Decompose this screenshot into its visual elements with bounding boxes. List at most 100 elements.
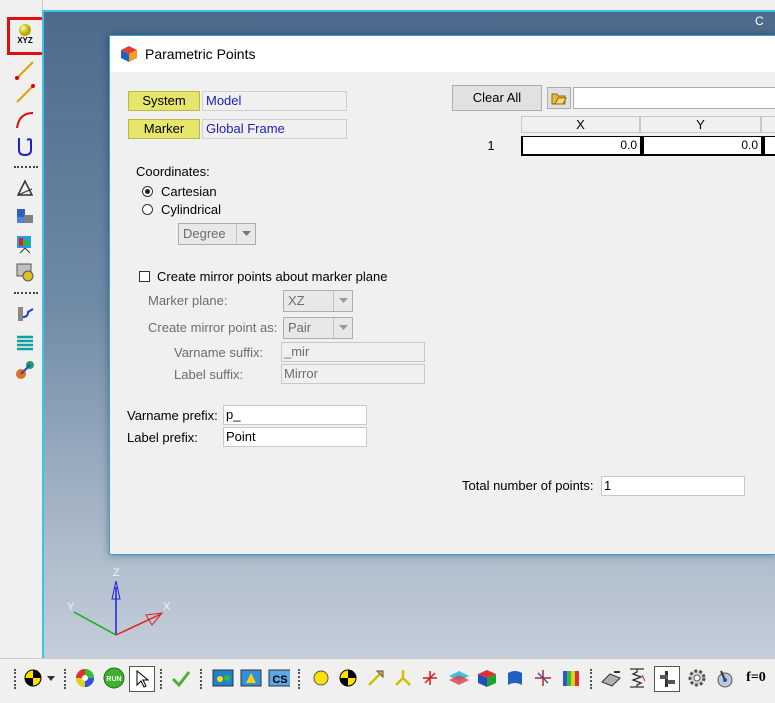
view-button-1[interactable] — [212, 667, 234, 689]
cg-icon — [24, 669, 42, 687]
sensor-button[interactable] — [714, 667, 736, 689]
run-button[interactable]: RUN — [103, 667, 125, 689]
marker-plane-dropdown[interactable]: XZ — [283, 290, 353, 312]
coordinate-system-button[interactable]: CS — [268, 667, 290, 689]
app-cube-icon — [121, 46, 137, 62]
system-button[interactable]: System — [128, 91, 200, 111]
total-points-input[interactable]: 1 — [601, 476, 745, 496]
body-button[interactable] — [337, 667, 359, 689]
cylindrical-radio[interactable] — [142, 204, 153, 215]
spring-icon — [18, 307, 34, 321]
spring-damper-icon — [630, 668, 646, 688]
point-button[interactable] — [310, 667, 332, 689]
vector-button[interactable] — [365, 667, 387, 689]
apply-button[interactable] — [170, 667, 192, 689]
clear-all-button[interactable]: Clear All — [452, 85, 542, 111]
axis-triad: Z Y X — [67, 567, 171, 636]
marker-plane-value: XZ — [288, 293, 305, 308]
arc-icon — [16, 112, 34, 129]
chevron-down-icon — [333, 318, 352, 338]
view-button-2[interactable] — [240, 667, 262, 689]
cell-z[interactable] — [763, 136, 775, 156]
constraint-button[interactable] — [532, 667, 554, 689]
varname-suffix-label: Varname suffix: — [174, 345, 264, 360]
row-number: 1 — [487, 138, 495, 153]
stack-icon — [17, 335, 33, 351]
constraint-icon — [535, 670, 551, 686]
cartesian-label[interactable]: Cartesian — [161, 184, 217, 199]
file-path-input[interactable] — [573, 87, 775, 109]
function-button[interactable]: f=0 — [741, 667, 771, 689]
curve-tool-button[interactable] — [12, 134, 38, 158]
center-of-gravity-button[interactable] — [22, 667, 44, 689]
graphic-button[interactable] — [448, 667, 470, 689]
cell-y[interactable]: 0.0 — [642, 136, 763, 156]
surface-button[interactable] — [504, 667, 526, 689]
sphere-icon — [19, 24, 31, 36]
open-file-button[interactable] — [547, 87, 571, 109]
gear-button[interactable] — [686, 667, 708, 689]
force-icon — [601, 671, 621, 687]
run-label: RUN — [106, 676, 121, 683]
mirror-as-dropdown[interactable]: Pair — [283, 317, 353, 339]
spring-tool-button[interactable] — [12, 302, 38, 326]
arc-tool-button[interactable] — [12, 108, 38, 132]
label-prefix-label: Label prefix: — [127, 430, 198, 445]
marker-tool-button[interactable] — [392, 667, 414, 689]
link-icon — [16, 361, 34, 379]
column-header-z[interactable] — [761, 116, 775, 133]
angle-unit-dropdown[interactable]: Degree — [178, 223, 256, 245]
joint-button[interactable] — [419, 667, 441, 689]
cs-label: CS — [272, 674, 287, 686]
cylindrical-label[interactable]: Cylindrical — [161, 202, 221, 217]
triangle-tool-button[interactable] — [12, 176, 38, 200]
cg-dropdown-button[interactable] — [44, 667, 58, 689]
label-prefix-input[interactable]: Point — [223, 427, 367, 447]
solid-button[interactable] — [476, 667, 498, 689]
stack-tool-button[interactable] — [12, 330, 38, 354]
mirror-checkbox-label[interactable]: Create mirror points about marker plane — [157, 269, 388, 284]
z-axis-label: Z — [113, 567, 120, 579]
mirror-as-label: Create mirror point as: — [148, 320, 278, 335]
mirror-as-value: Pair — [288, 320, 312, 335]
dialog-title: Parametric Points — [145, 46, 256, 62]
color-button[interactable] — [74, 667, 96, 689]
surface-patch-icon — [508, 671, 522, 685]
surface-tool-button[interactable] — [12, 204, 38, 228]
angle-unit-value: Degree — [183, 226, 226, 241]
config-tool-button[interactable] — [12, 260, 38, 284]
solid-cube-icon — [478, 670, 496, 687]
force-button[interactable] — [600, 667, 622, 689]
graph-icon — [17, 236, 31, 254]
column-header-y[interactable]: Y — [640, 116, 761, 133]
toolbar-separator — [160, 669, 164, 689]
graph-tool-button[interactable] — [12, 232, 38, 256]
marker-button[interactable]: Marker — [128, 119, 200, 139]
column-header-x[interactable]: X — [521, 116, 640, 133]
motion-icon — [660, 671, 675, 687]
toolbar-separator — [200, 669, 204, 689]
line2-tool-button[interactable] — [12, 82, 38, 106]
label-suffix-input[interactable]: Mirror — [281, 364, 425, 384]
varname-prefix-input[interactable]: p_ — [223, 405, 367, 425]
cartesian-radio[interactable] — [142, 186, 153, 197]
cell-x[interactable]: 0.0 — [521, 136, 642, 156]
link-tool-button[interactable] — [12, 358, 38, 382]
dialog-titlebar[interactable]: Parametric Points — [110, 36, 775, 72]
vector-icon — [368, 670, 384, 686]
point-icon — [313, 670, 329, 686]
spring-damper-button[interactable] — [626, 667, 648, 689]
varname-suffix-input[interactable]: _mir — [281, 342, 425, 362]
chevron-down-icon — [47, 675, 55, 681]
mirror-checkbox[interactable] — [139, 271, 150, 282]
bottom-toolbar: RUN CS f=0 — [0, 658, 775, 703]
motion-button[interactable] — [654, 666, 680, 692]
marker-plane-label: Marker plane: — [148, 293, 228, 308]
toolbar-separator — [14, 669, 18, 689]
select-button[interactable] — [129, 666, 155, 692]
left-toolbar: XYZ — [0, 0, 45, 660]
contour-button[interactable] — [560, 667, 582, 689]
line-tool-button[interactable] — [12, 58, 38, 82]
settings-icon — [16, 263, 34, 282]
point-xyz-button[interactable]: XYZ — [12, 22, 38, 46]
